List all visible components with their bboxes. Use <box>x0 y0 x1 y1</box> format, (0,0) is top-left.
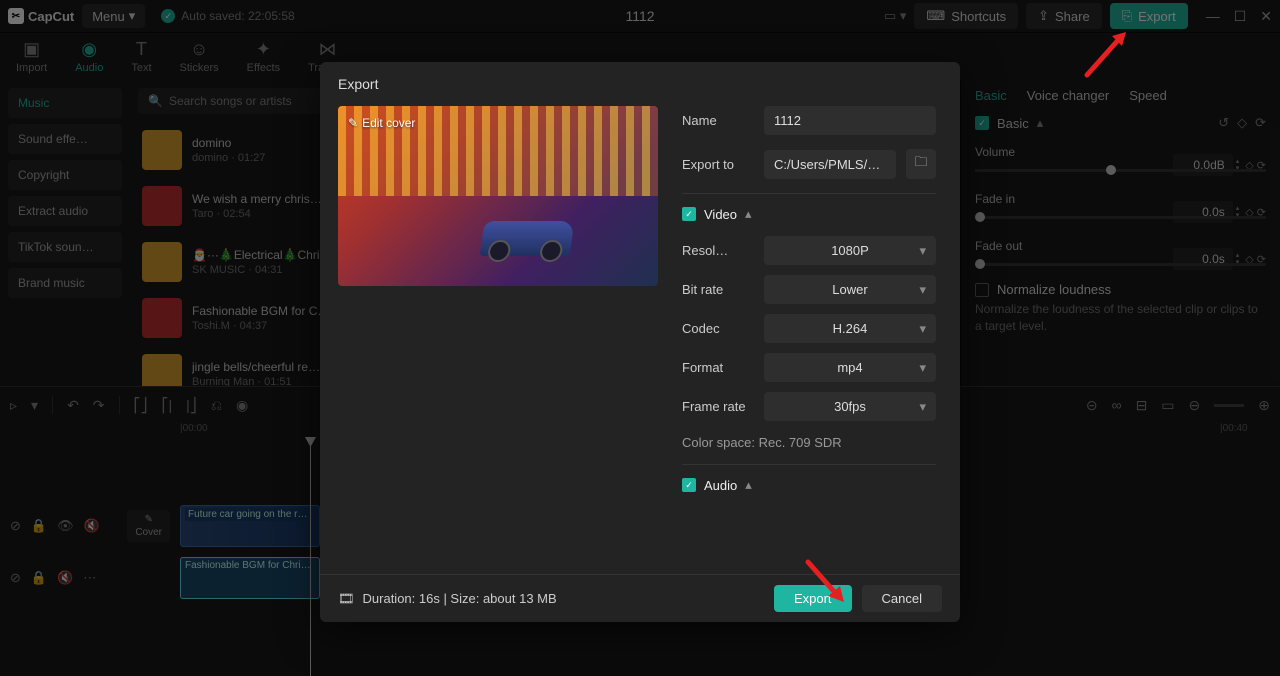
cover-preview[interactable]: ✎Edit cover <box>338 106 658 286</box>
resolution-select[interactable]: 1080P <box>764 236 936 265</box>
codec-label: Codec <box>682 321 754 336</box>
bitrate-select[interactable]: Lower <box>764 275 936 304</box>
exportto-label: Export to <box>682 157 754 172</box>
framerate-label: Frame rate <box>682 399 754 414</box>
footer-info: 🎞 Duration: 16s | Size: about 13 MB <box>338 591 557 607</box>
audio-check[interactable]: ✓ <box>682 478 696 492</box>
name-input[interactable]: 1112 <box>764 106 936 135</box>
resolution-label: Resol… <box>682 243 754 258</box>
folder-icon: 🗀 <box>914 153 927 175</box>
codec-select[interactable]: H.264 <box>764 314 936 343</box>
pencil-icon: ✎ <box>348 116 358 130</box>
name-label: Name <box>682 113 754 128</box>
film-icon: 🎞 <box>338 591 355 607</box>
modal-export-button[interactable]: Export <box>774 585 852 612</box>
chevron-up-icon: ▴ <box>745 206 752 222</box>
framerate-select[interactable]: 30fps <box>764 392 936 421</box>
audio-section[interactable]: ✓ Audio ▴ <box>682 464 936 493</box>
video-section[interactable]: ✓ Video ▴ <box>682 193 936 222</box>
modal-cancel-button[interactable]: Cancel <box>862 585 942 612</box>
video-check[interactable]: ✓ <box>682 207 696 221</box>
export-modal: Export ✎Edit cover Name 1112 Export to C… <box>320 62 960 622</box>
modal-title: Export <box>320 62 960 106</box>
edit-cover-button[interactable]: ✎Edit cover <box>348 116 415 130</box>
chevron-up-icon: ▴ <box>745 477 752 493</box>
folder-button[interactable]: 🗀 <box>906 149 936 179</box>
format-label: Format <box>682 360 754 375</box>
exportto-input[interactable]: C:/Users/PMLS/Pictur… <box>764 150 896 179</box>
bitrate-label: Bit rate <box>682 282 754 297</box>
format-select[interactable]: mp4 <box>764 353 936 382</box>
colorspace-label: Color space: Rec. 709 SDR <box>682 435 936 450</box>
